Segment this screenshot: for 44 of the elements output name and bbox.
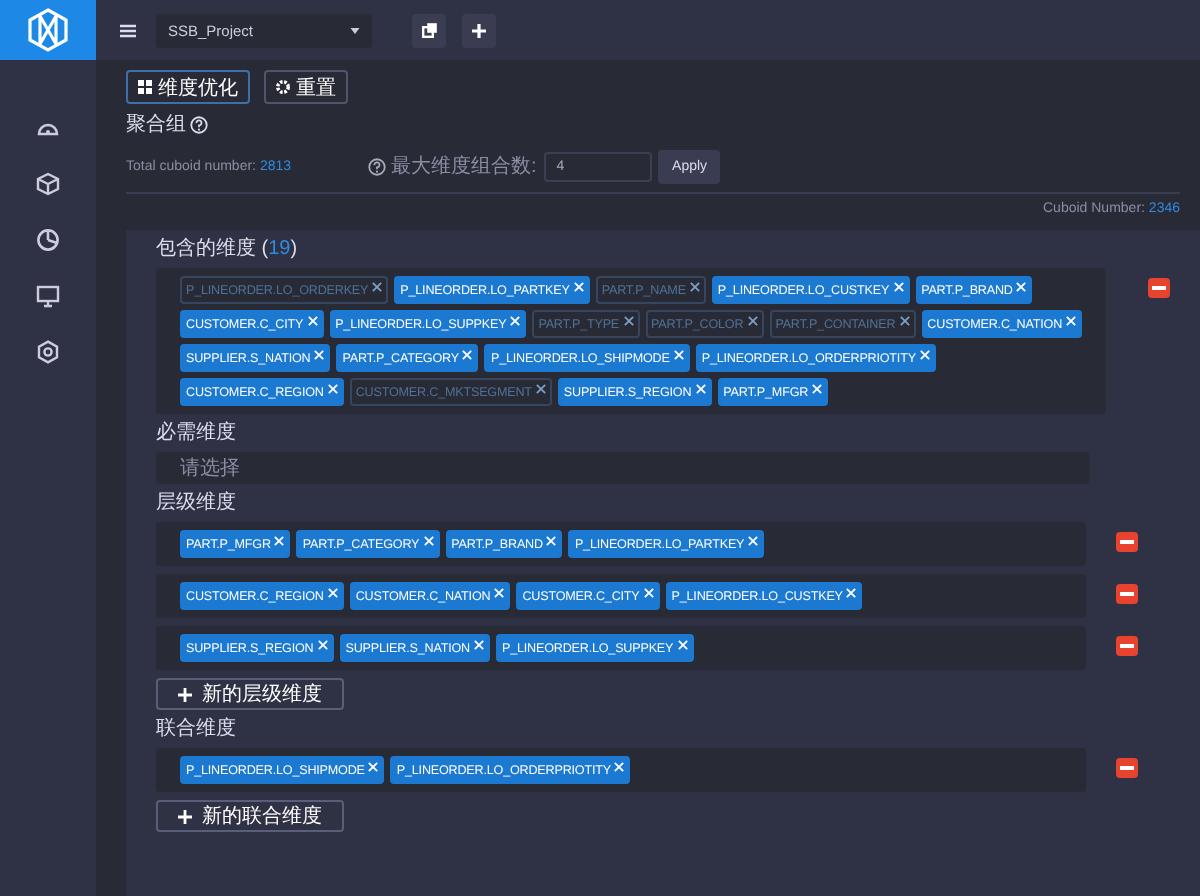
optimize-button[interactable]: 维度优化 (126, 70, 250, 104)
plus-icon (472, 23, 486, 37)
section-label: 必需维度 (156, 422, 238, 444)
remove-button[interactable] (1116, 532, 1138, 552)
minus-icon (1120, 766, 1134, 770)
help-icon[interactable] (367, 157, 386, 175)
gear-icon (276, 80, 290, 94)
minus-icon (1120, 592, 1134, 596)
caret-icon (350, 27, 360, 33)
monitor-icon[interactable] (36, 284, 60, 308)
copy-button[interactable] (412, 13, 446, 47)
grid-icon (138, 80, 152, 94)
cube-icon[interactable] (36, 172, 60, 196)
reset-button[interactable]: 重置 (264, 70, 348, 104)
menu-icon[interactable] (120, 23, 136, 37)
minus-icon (1120, 644, 1134, 648)
tag-field[interactable] (156, 268, 1106, 414)
copy-icon (421, 22, 437, 38)
minus-icon (1152, 286, 1166, 290)
dimension-select-field[interactable]: 请选择 (156, 452, 1090, 484)
max-dimension-label: 最大维度组合数: (391, 153, 537, 180)
section-label: 层级维度 (156, 492, 238, 514)
remove-button[interactable] (1116, 758, 1138, 778)
close-icon[interactable] (535, 384, 546, 394)
add-dimension-button[interactable]: 新的层级维度 (156, 678, 344, 710)
remove-button[interactable] (1148, 278, 1170, 298)
close-icon[interactable] (689, 282, 700, 292)
pie-chart-icon[interactable] (36, 228, 60, 252)
add-dimension-button[interactable]: 新的联合维度 (156, 800, 344, 832)
close-icon[interactable] (899, 316, 910, 326)
logo[interactable] (0, 0, 96, 60)
section-label: 联合维度 (156, 718, 238, 740)
gear-icon[interactable] (36, 340, 60, 364)
remove-button[interactable] (1116, 584, 1138, 604)
add-button[interactable] (462, 13, 496, 47)
remove-button[interactable] (1116, 636, 1138, 656)
close-icon[interactable] (747, 316, 758, 326)
section-label: 包含的维度 (19) (156, 238, 300, 260)
plus-icon (178, 687, 192, 701)
minus-icon (1120, 540, 1134, 544)
close-icon[interactable] (372, 282, 383, 292)
section-title: 聚合组 (126, 112, 186, 138)
close-icon[interactable] (623, 316, 634, 326)
plus-icon (178, 809, 192, 823)
